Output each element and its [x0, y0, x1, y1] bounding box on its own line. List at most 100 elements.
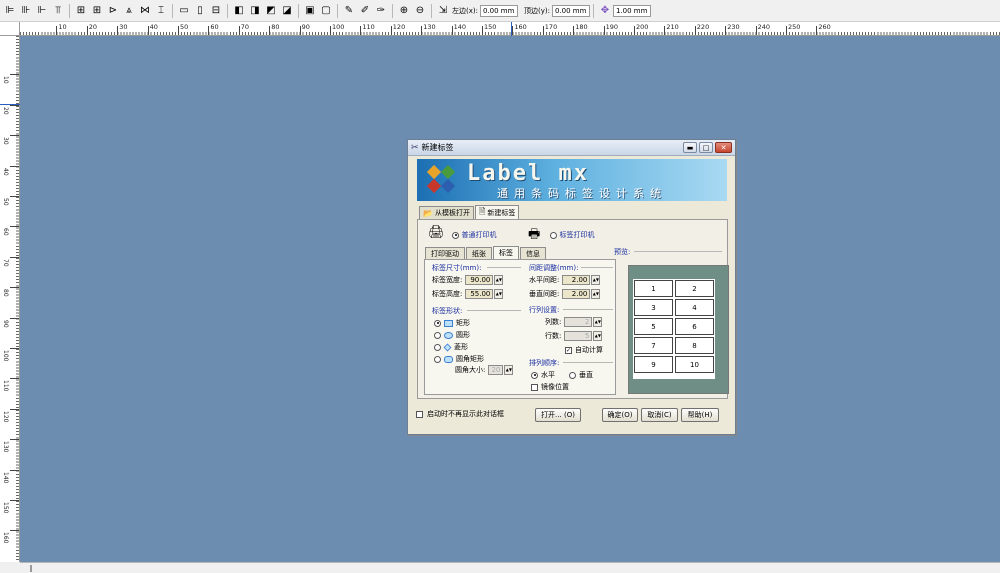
dialog-titlebar[interactable]: ✂ 新建标签 ▬ □ ✕: [408, 140, 735, 156]
grid-a-icon[interactable]: ⊞: [74, 4, 88, 18]
align-top-icon[interactable]: ⫪: [51, 4, 65, 18]
order-vertical-radio[interactable]: [569, 371, 576, 379]
help-button[interactable]: 帮助(H): [681, 408, 719, 422]
unlock-icon[interactable]: ✐: [358, 4, 372, 18]
ruler-tick-label: 170: [544, 23, 558, 31]
order-horizontal-radio[interactable]: [531, 371, 538, 379]
left-margin-input[interactable]: 0.00 mm: [479, 4, 518, 17]
maximize-icon[interactable]: □: [699, 142, 713, 153]
lock-icon[interactable]: ✎: [342, 4, 356, 18]
send-backward-icon[interactable]: ◪: [280, 4, 294, 18]
step-input[interactable]: 1.00 mm: [612, 4, 651, 17]
group-icon[interactable]: ▭: [177, 4, 191, 18]
shape-diamond-radio[interactable]: [434, 343, 441, 351]
image-gray-icon[interactable]: ▢: [319, 4, 333, 18]
order-horizontal-option[interactable]: 水平: [531, 370, 555, 380]
h-spacing-spinner[interactable]: ▲▼: [591, 275, 601, 285]
tab-print-driver[interactable]: 打印驱动: [425, 247, 465, 259]
shape-rect-option[interactable]: 矩形: [434, 318, 470, 328]
label-height-input[interactable]: 55.00: [465, 289, 494, 299]
label-width-input[interactable]: 90.00: [465, 275, 494, 285]
ok-button[interactable]: 确定(O): [602, 408, 638, 422]
mirror-option[interactable]: 镜像位置: [531, 382, 569, 392]
image-icon[interactable]: ▣: [303, 4, 317, 18]
label-printer-option[interactable]: 标签打印机: [550, 230, 595, 240]
dont-show-option[interactable]: 启动时不再显示此对话框: [416, 409, 504, 419]
order-vertical-option[interactable]: 垂直: [569, 370, 593, 380]
distribute-icon[interactable]: ⩓: [122, 4, 136, 18]
cols-label: 列数:: [545, 318, 562, 326]
ungroup-icon[interactable]: ▯: [193, 4, 207, 18]
bring-front-icon[interactable]: ◧: [232, 4, 246, 18]
cols-input[interactable]: 2: [564, 317, 593, 327]
label-preview: 1 2 3 4 5 6 7 8 9 10: [628, 265, 729, 394]
tab-label[interactable]: 标签: [493, 246, 519, 259]
ruler-tick-label: 40: [2, 167, 9, 176]
align-center-icon[interactable]: ⊪: [19, 4, 33, 18]
shape-circle-option[interactable]: 圆形: [434, 330, 470, 340]
grid-b-icon[interactable]: ⊞: [90, 4, 104, 18]
ruler-major-tick: [10, 196, 19, 197]
tab-open-template[interactable]: 📂 从模板打开: [419, 206, 474, 219]
ruler-major-tick: [10, 287, 19, 289]
copy-style-icon[interactable]: ✑: [374, 4, 388, 18]
normal-printer-option[interactable]: 普通打印机: [452, 230, 497, 240]
v-spacing-spinner[interactable]: ▲▼: [591, 289, 601, 299]
send-back-icon[interactable]: ◨: [248, 4, 262, 18]
top-margin-input[interactable]: 0.00 mm: [551, 4, 590, 17]
ruler-major-tick: [542, 26, 544, 35]
zoom-in-icon[interactable]: ⊕: [397, 4, 411, 18]
tab-info[interactable]: 信息: [520, 247, 546, 259]
shape-circle-radio[interactable]: [434, 331, 441, 339]
normal-printer-radio[interactable]: [452, 231, 459, 239]
label-shape-title: 标签形状:: [432, 307, 463, 315]
h-spacing-label: 水平间距:: [529, 276, 560, 284]
open-button[interactable]: 打开... (O): [535, 408, 581, 422]
minimize-icon[interactable]: ▬: [683, 142, 697, 153]
v-spacing-input[interactable]: 2.00: [562, 289, 591, 299]
shape-rounded-option[interactable]: 圆角矩形: [434, 354, 484, 364]
align-right-icon[interactable]: ⊩: [35, 4, 49, 18]
label-height-row: 标签高度: 55.00 ▲▼: [432, 289, 504, 299]
divider: [581, 267, 613, 268]
cancel-button[interactable]: 取消(C): [641, 408, 678, 422]
label-height-spinner[interactable]: ▲▼: [494, 289, 504, 299]
ruler-tick-label: 30: [2, 137, 9, 145]
label-width-spinner[interactable]: ▲▼: [494, 275, 504, 285]
h-spacing-input[interactable]: 2.00: [562, 275, 591, 285]
tab-paper[interactable]: 纸张: [466, 247, 492, 259]
rows-input[interactable]: 5: [564, 331, 593, 341]
dont-show-checkbox[interactable]: [416, 410, 423, 418]
corner-size-spinner[interactable]: ▲▼: [504, 365, 514, 375]
banner-title: Label mx: [467, 161, 589, 186]
zoom-out-icon[interactable]: ⊖: [413, 4, 427, 18]
ruler-major-tick: [10, 135, 19, 137]
label-printer-radio[interactable]: [550, 231, 557, 239]
toolbar: ⊫ ⊪ ⊩ ⫪ ⊞ ⊞ ⊳ ⩓ ⋈ ⌶ ▭ ▯ ⊟ ◧ ◨ ◩ ◪ ▣ ▢ ✎ …: [0, 0, 1000, 22]
scroll-thumb[interactable]: [30, 565, 32, 572]
shape-rect-radio[interactable]: [434, 319, 441, 327]
ruler-major-tick: [238, 26, 240, 35]
layer-icon[interactable]: ⊟: [209, 4, 223, 18]
cols-spinner[interactable]: ▲▼: [593, 317, 603, 327]
horizontal-scrollbar[interactable]: [20, 562, 1000, 573]
shape-rounded-radio[interactable]: [434, 355, 441, 363]
mirror-checkbox[interactable]: [531, 383, 538, 391]
corner-size-label: 圆角大小:: [455, 366, 486, 374]
send-forward-icon[interactable]: ⊳: [106, 4, 120, 18]
auto-calc-option[interactable]: ✓ 自动计算: [565, 345, 603, 355]
rows-spinner[interactable]: ▲▼: [593, 331, 603, 341]
same-height-icon[interactable]: ⌶: [154, 4, 168, 18]
tab-new-label[interactable]: 🗎 新建标签: [474, 205, 520, 219]
corner-size-input[interactable]: 20: [488, 365, 504, 375]
shape-diamond-option[interactable]: 菱形: [434, 342, 468, 352]
ruler-major-tick: [10, 378, 19, 380]
close-icon[interactable]: ✕: [715, 142, 732, 153]
auto-calc-checkbox[interactable]: ✓: [565, 346, 572, 354]
ruler-tick-label: 30: [119, 23, 128, 31]
align-left-icon[interactable]: ⊫: [3, 4, 17, 18]
ruler-tick-label: 70: [2, 258, 9, 267]
bring-forward-icon[interactable]: ◩: [264, 4, 278, 18]
ruler-tick-label: 250: [788, 23, 801, 31]
same-width-icon[interactable]: ⋈: [138, 4, 152, 18]
